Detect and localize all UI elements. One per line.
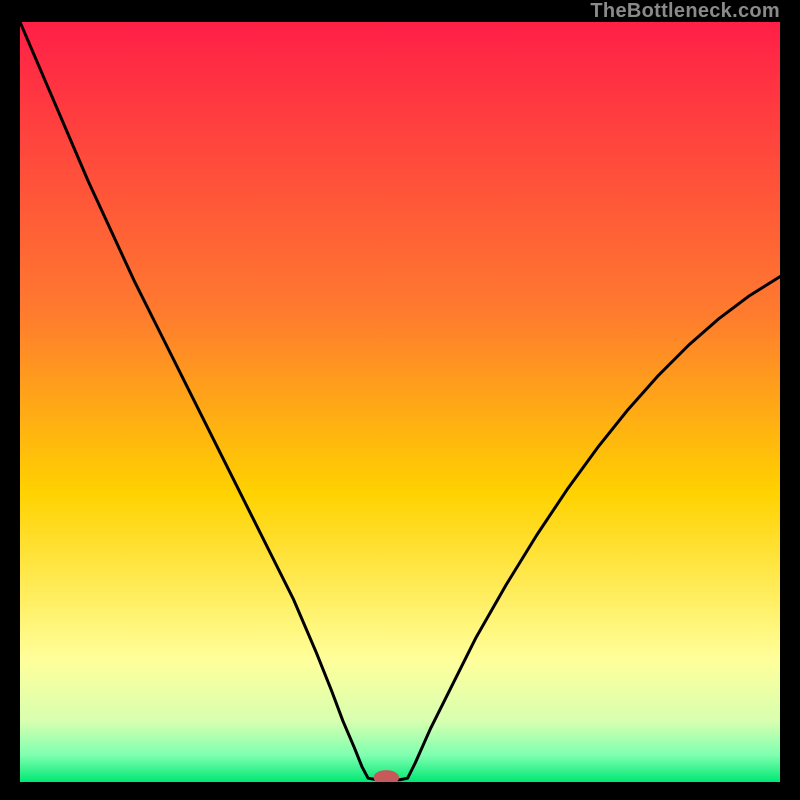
trough-marker bbox=[374, 771, 398, 782]
plot-area bbox=[20, 22, 780, 782]
watermark-text: TheBottleneck.com bbox=[590, 0, 780, 23]
chart-canvas bbox=[20, 22, 780, 782]
gradient-background bbox=[20, 22, 780, 782]
chart-frame: TheBottleneck.com bbox=[0, 0, 800, 800]
